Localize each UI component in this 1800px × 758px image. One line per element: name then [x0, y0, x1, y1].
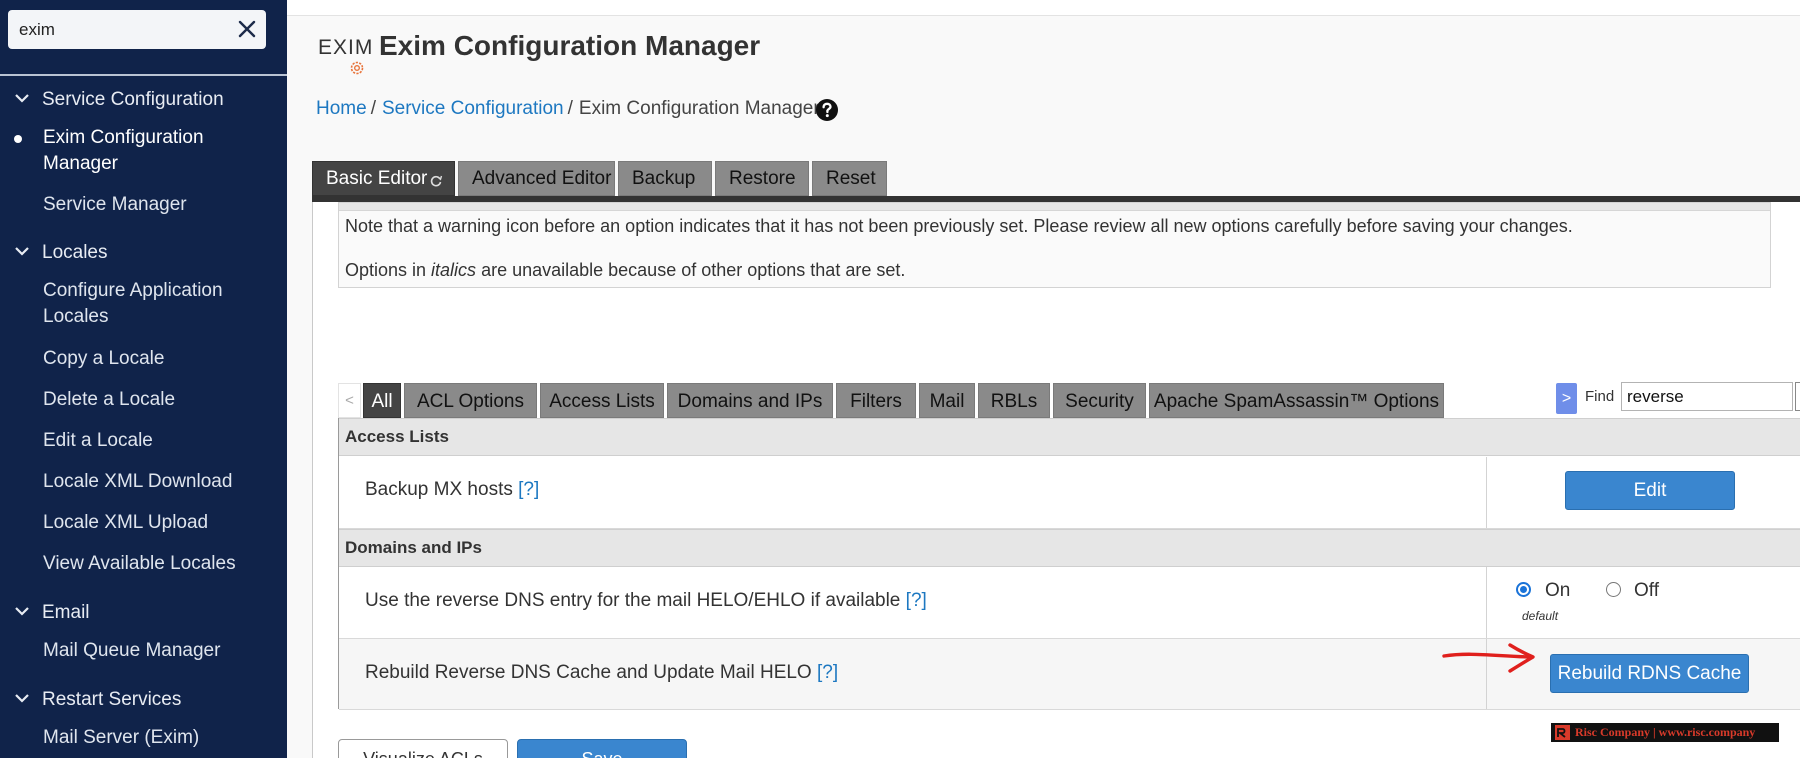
- column-divider: [1486, 567, 1487, 638]
- help-icon[interactable]: [815, 98, 839, 122]
- sidebar-item-locale-xml-upload[interactable]: Locale XML Upload: [43, 510, 278, 536]
- find-label: Find: [1585, 388, 1615, 405]
- edit-backup-mx-button[interactable]: Edit: [1565, 471, 1735, 510]
- chevron-down-icon: [15, 247, 29, 256]
- close-icon[interactable]: [236, 18, 258, 40]
- tab-restore[interactable]: Restore: [715, 161, 809, 196]
- sidebar-category-locales[interactable]: Locales: [0, 239, 287, 267]
- option-label-text: Use the reverse DNS entry for the mail H…: [365, 590, 901, 611]
- option-label-text: Rebuild Reverse DNS Cache and Update Mai…: [365, 662, 812, 683]
- option-label-text: Backup MX hosts: [365, 479, 513, 500]
- filter-tab-mail[interactable]: Mail: [919, 383, 975, 418]
- chevron-down-icon: [15, 607, 29, 616]
- gear-icon: [350, 61, 364, 75]
- notice-text: Options in italics are unavailable becau…: [345, 260, 905, 281]
- sidebar-divider: [0, 74, 287, 76]
- notice-text-prefix: Options in: [345, 260, 432, 280]
- column-divider: [1486, 457, 1487, 528]
- option-row-reverse-dns-helo: Use the reverse DNS entry for the mail H…: [339, 567, 1800, 639]
- chevron-down-icon: [15, 94, 29, 103]
- active-item-dot: [14, 135, 22, 143]
- sidebar-item-exim-configuration-manager[interactable]: Exim Configuration Manager: [43, 125, 278, 177]
- sidebar-item-copy-a-locale[interactable]: Copy a Locale: [43, 346, 278, 372]
- sidebar-item-mail-queue-manager[interactable]: Mail Queue Manager: [43, 638, 278, 664]
- option-row-rebuild-rdns-cache: Rebuild Reverse DNS Cache and Update Mai…: [339, 639, 1800, 710]
- option-help-link[interactable]: [?]: [906, 590, 927, 611]
- option-help-link[interactable]: [?]: [518, 479, 539, 500]
- radio-on[interactable]: [1516, 582, 1531, 597]
- radio-off[interactable]: [1606, 582, 1621, 597]
- find-toggle-button[interactable]: >: [1556, 383, 1577, 414]
- option-label: Use the reverse DNS entry for the mail H…: [365, 590, 927, 612]
- rebuild-rdns-cache-button[interactable]: Rebuild RDNS Cache: [1550, 654, 1749, 693]
- breadcrumb: Home / Service Configuration / Exim Configur…: [316, 98, 820, 120]
- notice-italic-word: italics: [431, 260, 477, 280]
- options-table: Access Lists Backup MX hosts [?] Edit Do…: [338, 418, 1800, 710]
- sidebar-item-service-manager[interactable]: Service Manager: [43, 192, 278, 218]
- top-bar: [287, 0, 1800, 16]
- option-help-link[interactable]: [?]: [817, 662, 838, 683]
- filter-tab-spamassassin-options[interactable]: Apache SpamAssassin™ Options: [1149, 383, 1444, 418]
- section-header-domains-and-ips: Domains and IPs: [339, 529, 1800, 567]
- option-row-backup-mx-hosts: Backup MX hosts [?] Edit: [339, 457, 1800, 529]
- default-note: default: [1522, 609, 1559, 623]
- page-title: Exim Configuration Manager: [379, 30, 761, 61]
- chevron-down-icon: [15, 694, 29, 703]
- sidebar-category-service-configuration[interactable]: Service Configuration: [0, 86, 287, 114]
- find-button-edge[interactable]: [1795, 382, 1800, 411]
- sidebar-item-edit-a-locale[interactable]: Edit a Locale: [43, 428, 278, 454]
- refresh-icon: [430, 175, 443, 187]
- filter-tab-all[interactable]: All: [363, 383, 401, 418]
- filter-tab-rbls[interactable]: RBLs: [978, 383, 1050, 418]
- notice-box: Note that a warning icon before an optio…: [338, 202, 1771, 288]
- breadcrumb-current: Exim Configuration Manager: [578, 98, 820, 119]
- tab-backup[interactable]: Backup: [618, 161, 712, 196]
- risc-logo-icon: [1555, 725, 1570, 740]
- notice-text-suffix: are unavailable because of other options…: [476, 260, 906, 280]
- sidebar-category-label: Locales: [42, 242, 108, 263]
- annotation-arrow-icon: [1442, 643, 1535, 673]
- sidebar-item-mail-server-exim[interactable]: Mail Server (Exim): [43, 725, 278, 751]
- filter-tab-filters[interactable]: Filters: [836, 383, 916, 418]
- tab-reset[interactable]: Reset: [812, 161, 887, 196]
- sidebar-category-label: Email: [42, 602, 90, 623]
- section-header-access-lists: Access Lists: [339, 418, 1800, 456]
- tab-advanced-editor[interactable]: Advanced Editor: [458, 161, 615, 196]
- radio-on-label: On: [1545, 580, 1571, 601]
- tab-label: Basic Editor: [326, 168, 428, 189]
- radio-off-label: Off: [1634, 580, 1659, 601]
- sidebar-category-email[interactable]: Email: [0, 599, 287, 627]
- watermark-text: Risc Company | www.risc.company: [1575, 725, 1756, 739]
- filter-tabs-prev-button[interactable]: <: [338, 383, 361, 418]
- search-input[interactable]: [8, 10, 228, 49]
- exim-logo: EXIM: [318, 36, 372, 78]
- filter-tab-acl-options[interactable]: ACL Options: [404, 383, 537, 418]
- breadcrumb-home-link[interactable]: Home: [316, 98, 367, 119]
- tab-basic-editor[interactable]: Basic Editor: [312, 161, 455, 196]
- sidebar-item-locale-xml-download[interactable]: Locale XML Download: [43, 469, 278, 495]
- sidebar-item-configure-application-locales[interactable]: Configure Application Locales: [43, 278, 278, 330]
- sidebar-category-label: Restart Services: [42, 689, 182, 710]
- option-label: Rebuild Reverse DNS Cache and Update Mai…: [365, 662, 838, 684]
- breadcrumb-separator: /: [567, 98, 573, 119]
- exim-logo-text: EXIM: [318, 36, 374, 59]
- watermark: Risc Company | www.risc.company: [1551, 723, 1779, 742]
- find-input[interactable]: [1621, 382, 1793, 411]
- option-label: Backup MX hosts [?]: [365, 479, 539, 501]
- filter-tab-access-lists[interactable]: Access Lists: [540, 383, 664, 418]
- filter-tab-security[interactable]: Security: [1053, 383, 1146, 418]
- sidebar: Service Configuration Exim Configuration…: [0, 0, 287, 758]
- visualize-acls-button[interactable]: Visualize ACLs: [338, 739, 508, 758]
- breadcrumb-separator: /: [370, 98, 376, 119]
- breadcrumb-service-configuration-link[interactable]: Service Configuration: [382, 98, 564, 119]
- sidebar-search: [8, 10, 266, 49]
- sidebar-category-restart-services[interactable]: Restart Services: [0, 686, 287, 714]
- notice-text: Note that a warning icon before an optio…: [345, 216, 1573, 236]
- save-button[interactable]: Save: [517, 739, 687, 758]
- sidebar-item-view-available-locales[interactable]: View Available Locales: [43, 551, 278, 577]
- notice-header-bar: [339, 203, 1770, 211]
- filter-tab-domains-and-ips[interactable]: Domains and IPs: [667, 383, 833, 418]
- sidebar-item-delete-a-locale[interactable]: Delete a Locale: [43, 387, 278, 413]
- sidebar-category-label: Service Configuration: [42, 89, 224, 110]
